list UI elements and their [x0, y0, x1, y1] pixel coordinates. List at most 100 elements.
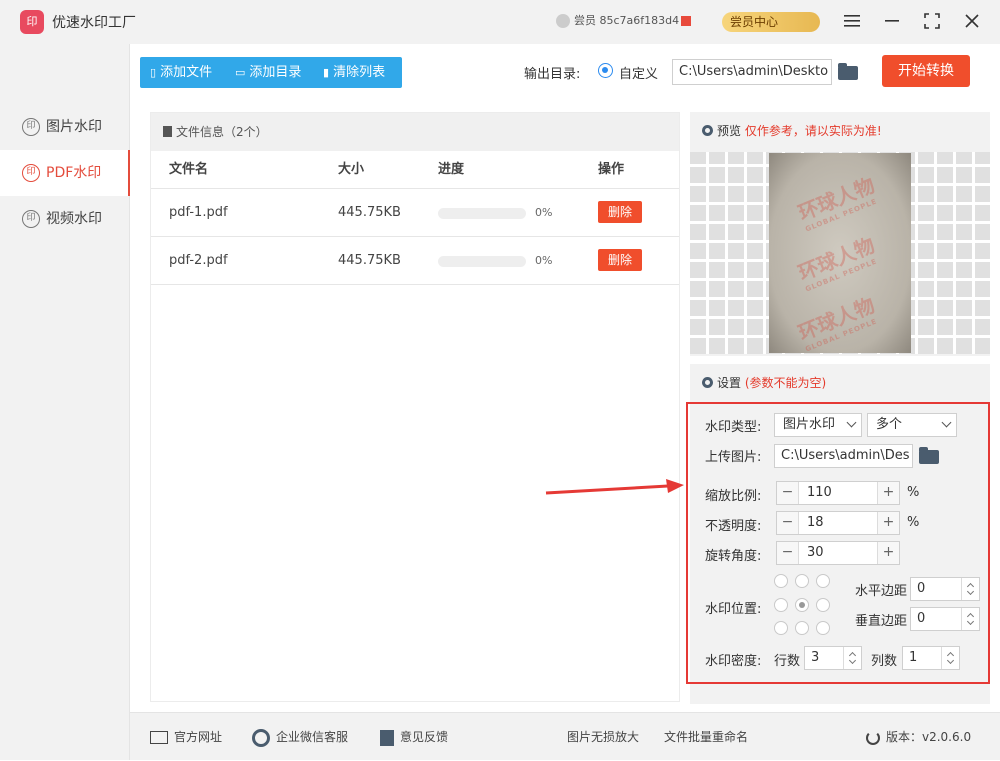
- sidebar-item-video-watermark[interactable]: 印视频水印: [0, 196, 130, 242]
- preview-header: 预览 仅作参考，请以实际为准!: [690, 112, 990, 150]
- opacity-value: 18: [807, 515, 824, 530]
- app-logo: 印: [20, 10, 44, 34]
- chevron-down-icon[interactable]: [966, 587, 975, 596]
- watermark-type-label: 水印类型:: [705, 420, 762, 435]
- watermark-sample: 环球人物 GLOBAL PEOPLE: [794, 292, 879, 353]
- feedback-icon: [380, 729, 394, 746]
- rows-spinner[interactable]: 3: [804, 646, 862, 670]
- start-convert-button[interactable]: 开始转换: [882, 55, 970, 87]
- watermark-type-select[interactable]: 图片水印: [774, 413, 862, 437]
- scale-stepper[interactable]: − 110 +: [776, 481, 900, 505]
- file-list-panel: 文件信息（2个） 文件名 大小 进度 操作 pdf-1.pdf 445.75KB…: [150, 112, 680, 702]
- settings-note: (参数不能为空): [744, 376, 827, 390]
- menu-icon[interactable]: [840, 10, 864, 34]
- gear-icon: [702, 377, 713, 388]
- position-top-center[interactable]: [795, 574, 809, 588]
- table-header: 文件名 大小 进度 操作: [151, 151, 679, 189]
- sidebar-item-label: PDF水印: [46, 165, 102, 181]
- table-row[interactable]: pdf-1.pdf 445.75KB 0% 删除: [151, 189, 679, 237]
- chevron-down-icon[interactable]: [848, 656, 857, 665]
- position-top-left[interactable]: [774, 574, 788, 588]
- decrement-button[interactable]: −: [777, 512, 799, 534]
- maximize-icon[interactable]: [920, 10, 944, 34]
- opacity-unit: %: [907, 515, 920, 530]
- chevron-down-icon: [941, 417, 952, 428]
- file-size: 445.75KB: [338, 253, 401, 268]
- increment-button[interactable]: +: [877, 482, 899, 504]
- position-middle-right[interactable]: [816, 598, 830, 612]
- delete-button[interactable]: 删除: [598, 201, 642, 223]
- rows-label: 行数: [774, 654, 801, 669]
- cols-spinner[interactable]: 1: [902, 646, 960, 670]
- opacity-stepper[interactable]: − 18 +: [776, 511, 900, 535]
- file-name: pdf-2.pdf: [169, 253, 228, 268]
- h-margin-spinner[interactable]: 0: [910, 577, 980, 601]
- red-arrow-annotation: [545, 479, 684, 495]
- chevron-down-icon[interactable]: [966, 617, 975, 626]
- increment-button[interactable]: +: [877, 512, 899, 534]
- stamp-icon: 印: [22, 118, 40, 136]
- document-icon: [163, 126, 172, 137]
- opacity-label: 不透明度:: [705, 519, 762, 534]
- v-margin-spinner[interactable]: 0: [910, 607, 980, 631]
- increment-button[interactable]: +: [877, 542, 899, 564]
- sidebar-item-pdf-watermark[interactable]: 印 PDF水印: [0, 150, 130, 196]
- file-icon: ▯: [150, 66, 157, 79]
- batch-rename-link[interactable]: 文件批量重命名: [664, 713, 748, 761]
- watermark-count-select[interactable]: 多个: [867, 413, 957, 437]
- position-top-right[interactable]: [816, 574, 830, 588]
- feedback-link[interactable]: 意见反馈: [380, 713, 448, 761]
- position-center[interactable]: [795, 598, 809, 612]
- file-toolbar: ▯ 添加文件 ▭ 添加目录 ▮ 清除列表: [140, 57, 402, 88]
- rotation-label: 旋转角度:: [705, 549, 762, 564]
- sidebar-item-image-watermark[interactable]: 印图片水印: [0, 104, 130, 150]
- position-middle-left[interactable]: [774, 598, 788, 612]
- rotation-value: 30: [807, 545, 824, 560]
- custom-output-radio[interactable]: [598, 63, 613, 78]
- column-size: 大小: [338, 162, 365, 177]
- stamp-icon: 印: [22, 164, 40, 182]
- decrement-button[interactable]: −: [777, 482, 799, 504]
- trash-icon: ▮: [323, 66, 330, 79]
- rotation-stepper[interactable]: − 30 +: [776, 541, 900, 565]
- file-size: 445.75KB: [338, 205, 401, 220]
- position-bottom-right[interactable]: [816, 621, 830, 635]
- custom-output-label: 自定义: [619, 67, 659, 82]
- table-row[interactable]: pdf-2.pdf 445.75KB 0% 删除: [151, 237, 679, 285]
- h-margin-value: 0: [917, 581, 926, 596]
- scale-label: 缩放比例:: [705, 489, 762, 504]
- website-link[interactable]: 官方网址: [150, 713, 222, 761]
- title-bar: 印 优速水印工厂 尝员 85c7a6f183d4 尝员中心: [0, 0, 1000, 44]
- position-bottom-left[interactable]: [774, 621, 788, 635]
- scale-value: 110: [807, 485, 832, 500]
- refresh-icon: [866, 730, 880, 745]
- v-margin-label: 垂直边距: [855, 614, 908, 629]
- delete-button[interactable]: 删除: [598, 249, 642, 271]
- minimize-icon[interactable]: [880, 10, 904, 34]
- position-bottom-center[interactable]: [795, 621, 809, 635]
- preview-note: 仅作参考，请以实际为准!: [744, 124, 882, 138]
- output-path-field[interactable]: C:\Users\admin\Deskto: [672, 59, 832, 85]
- account-info[interactable]: 尝员 85c7a6f183d4: [556, 12, 698, 30]
- position-label: 水印位置:: [705, 602, 762, 617]
- density-label: 水印密度:: [705, 654, 762, 669]
- website-icon: [150, 731, 168, 744]
- add-file-button[interactable]: ▯ 添加文件: [150, 57, 212, 88]
- watermark-sample: 环球人物 GLOBAL PEOPLE: [794, 172, 879, 234]
- close-icon[interactable]: [960, 10, 984, 34]
- folder-icon[interactable]: [919, 447, 939, 464]
- chevron-down-icon[interactable]: [946, 656, 955, 665]
- progress-bar: [438, 256, 526, 267]
- progress-bar: [438, 208, 526, 219]
- scale-unit: %: [907, 485, 920, 500]
- add-directory-button[interactable]: ▭ 添加目录: [235, 57, 301, 88]
- decrement-button[interactable]: −: [777, 542, 799, 564]
- upload-image-path[interactable]: C:\Users\admin\Des: [774, 444, 913, 468]
- version-info[interactable]: 版本：v2.0.6.0: [866, 713, 971, 761]
- folder-icon[interactable]: [838, 63, 858, 80]
- footer: 官方网址 企业微信客服 意见反馈 图片无损放大 文件批量重命名 版本：v2.0.…: [130, 712, 1000, 760]
- member-center-button[interactable]: 尝员中心: [722, 12, 820, 32]
- clear-list-button[interactable]: ▮ 清除列表: [323, 57, 385, 88]
- image-enlarge-link[interactable]: 图片无损放大: [567, 713, 639, 761]
- wechat-service-link[interactable]: 企业微信客服: [252, 713, 348, 761]
